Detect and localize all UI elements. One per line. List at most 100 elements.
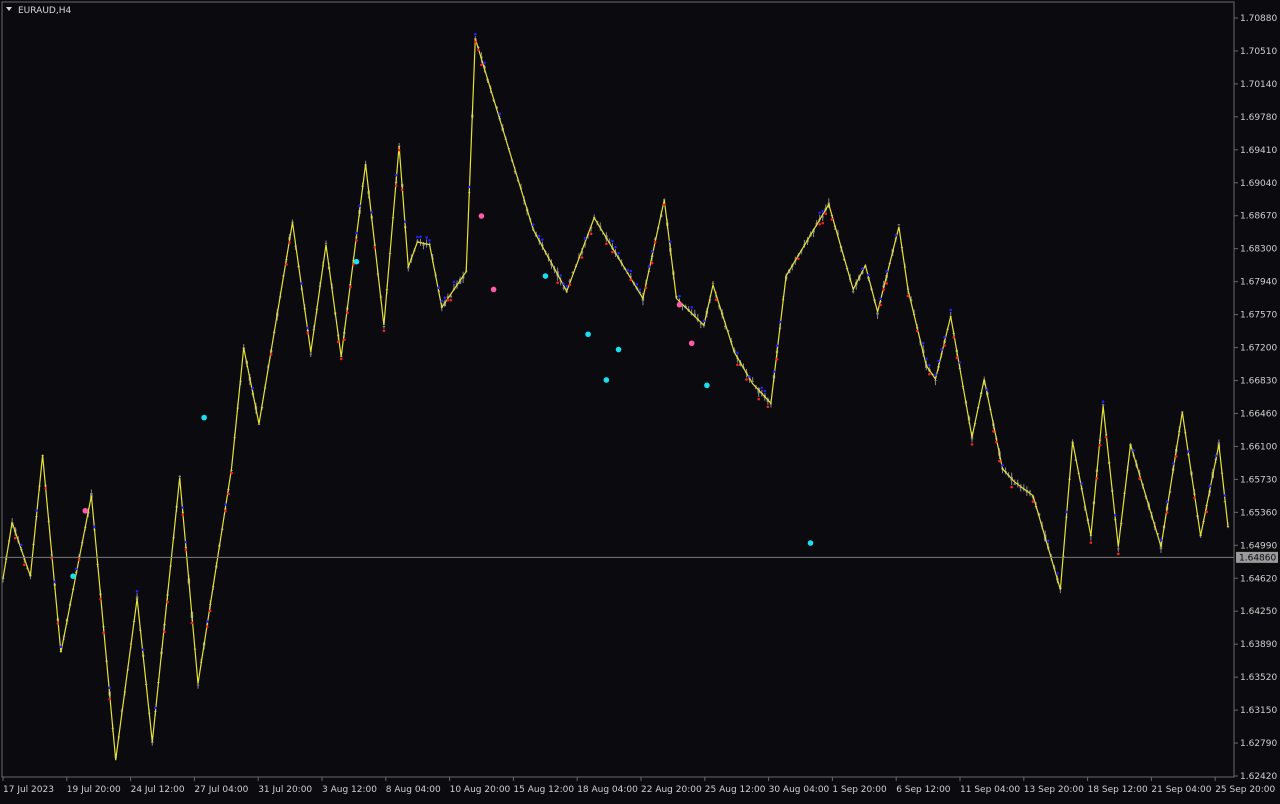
low-dot (943, 344, 946, 347)
time-tick-label: 11 Sep 04:00 (960, 785, 1020, 795)
time-tick-label: 25 Aug 12:00 (705, 785, 766, 795)
low-dot (474, 40, 477, 44)
high-dot (205, 620, 209, 623)
high-dot (394, 173, 398, 177)
low-dot (56, 622, 60, 625)
price-tick-label: 1.70510 (1240, 47, 1277, 57)
high-dot (559, 274, 562, 277)
high-dot (1214, 454, 1218, 458)
candle-body (1013, 483, 1016, 485)
price-tick-label: 1.64620 (1240, 574, 1277, 584)
low-dot (766, 405, 770, 409)
high-dot (35, 509, 38, 512)
price-tick-label: 1.66830 (1240, 377, 1277, 387)
low-dot (1193, 496, 1196, 499)
low-dot (824, 212, 828, 216)
low-dot (821, 221, 825, 225)
low-dot (477, 48, 480, 52)
high-dot (1113, 513, 1117, 517)
signal-cyan-dot (353, 258, 360, 265)
high-dot (702, 319, 706, 323)
low-dot (184, 548, 188, 552)
low-dot (568, 283, 572, 287)
high-dot (53, 580, 57, 583)
candle-body (382, 326, 386, 328)
low-dot (449, 298, 453, 302)
time-tick-label: 10 Aug 20:00 (450, 785, 511, 795)
signal-cyan-dot (704, 382, 710, 389)
low-dot (227, 492, 230, 496)
low-dot (224, 509, 227, 513)
price-tick-label: 1.69040 (1240, 179, 1277, 189)
low-dot (346, 311, 349, 315)
low-dot (928, 372, 931, 376)
low-dot (288, 241, 291, 244)
high-dot (1001, 463, 1004, 467)
price-tick-label: 1.62420 (1240, 772, 1277, 782)
chart-canvas[interactable]: 1.70880 1.70510 1.70140 1.69780 1.69410 1.690… (0, 0, 1280, 800)
high-dot (452, 280, 456, 284)
high-dot (775, 344, 779, 347)
high-dot (562, 282, 565, 286)
candle-body (309, 353, 312, 355)
current-price-box: 1.64860 (1236, 551, 1278, 563)
low-dot (44, 487, 47, 490)
signal-pink-dot (688, 340, 695, 347)
high-dot (748, 375, 751, 378)
price-chart[interactable]: 1.70880 1.70510 1.70140 1.69780 1.69410 1.690… (0, 0, 1280, 800)
low-dot (662, 203, 666, 206)
low-dot (355, 238, 358, 242)
signal-pink-dot (478, 213, 485, 219)
high-dot (760, 386, 764, 390)
low-dot (992, 430, 995, 433)
high-dot (1223, 494, 1227, 497)
low-dot (775, 357, 779, 361)
time-tick-label: 27 Jul 04:00 (194, 785, 248, 795)
low-dot (230, 471, 233, 475)
price-tick-label: 1.68300 (1240, 245, 1277, 255)
high-dot (638, 288, 642, 291)
price-tick-label: 1.66460 (1240, 409, 1277, 419)
time-tick-label: 3 Aug 12:00 (322, 785, 377, 795)
signal-cyan-dot (603, 377, 610, 383)
high-dot (861, 267, 864, 271)
high-dot (928, 364, 931, 367)
chart-background (0, 0, 1280, 800)
time-tick-label: 30 Aug 04:00 (769, 785, 830, 795)
high-dot (108, 686, 111, 690)
high-dot (736, 351, 739, 355)
low-dot (1098, 443, 1102, 447)
high-dot (617, 251, 620, 255)
low-dot (108, 697, 111, 701)
high-dot (403, 220, 407, 223)
low-dot (714, 298, 718, 302)
low-dot (480, 63, 483, 67)
high-dot (583, 237, 587, 240)
high-dot (1208, 484, 1212, 488)
high-dot (141, 648, 145, 651)
low-dot (190, 621, 194, 625)
signal-cyan-dot (585, 331, 591, 338)
price-tick-label: 1.66100 (1240, 442, 1277, 452)
price-tick-label: 1.69780 (1240, 113, 1277, 123)
price-tick-label: 1.63890 (1240, 640, 1277, 650)
high-dot (428, 239, 431, 242)
signal-cyan-dot (542, 273, 549, 279)
low-dot (1031, 500, 1035, 503)
high-dot (184, 540, 188, 544)
high-dot (647, 265, 651, 268)
low-dot (1174, 455, 1178, 458)
price-tick-label: 1.64990 (1240, 541, 1277, 551)
high-dot (467, 185, 471, 189)
high-dot (565, 284, 569, 288)
high-dot (498, 112, 502, 116)
high-dot (483, 61, 486, 65)
low-dot (818, 222, 821, 226)
candle-body (196, 684, 200, 686)
low-dot (589, 232, 593, 235)
high-dot (1080, 482, 1084, 485)
low-dot (1010, 485, 1013, 489)
high-dot (943, 335, 946, 339)
high-dot (541, 238, 544, 241)
high-dot (921, 341, 925, 345)
